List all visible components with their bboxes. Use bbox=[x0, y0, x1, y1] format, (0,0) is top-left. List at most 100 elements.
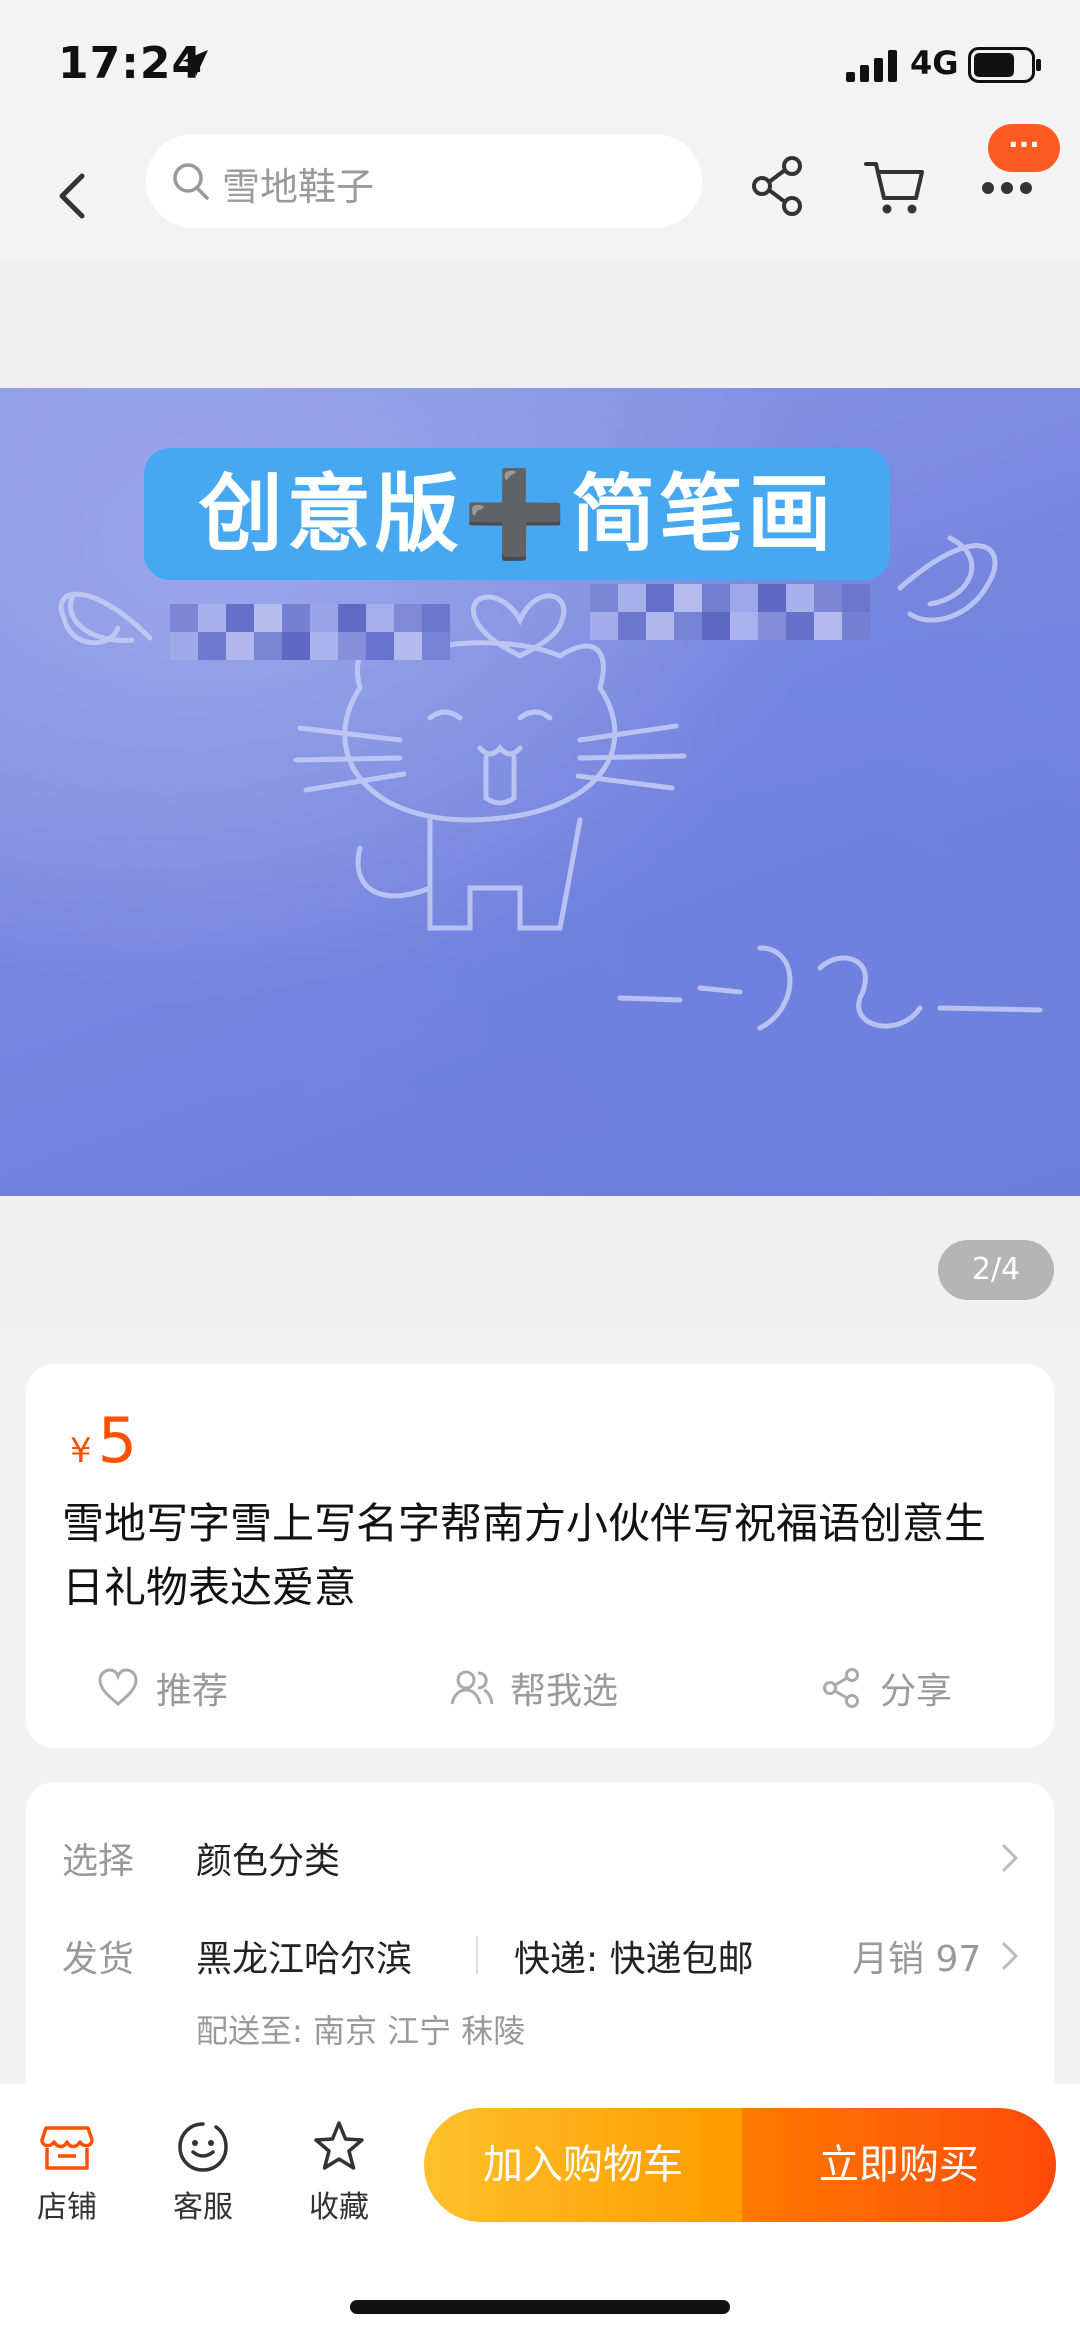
blur-block bbox=[590, 612, 618, 640]
blur-block bbox=[646, 612, 674, 640]
blur-block bbox=[758, 584, 786, 612]
blur-block bbox=[786, 612, 814, 640]
blur-block bbox=[842, 612, 870, 640]
blur-block bbox=[282, 632, 310, 660]
service-icon bbox=[178, 2122, 228, 2172]
blur-block bbox=[338, 632, 366, 660]
shipping-row[interactable]: 发货 黑龙江哈尔滨 快递: 快递包邮 月销 97 bbox=[26, 1930, 1054, 1990]
help-choose-label: 帮我选 bbox=[510, 1671, 619, 1712]
blur-block bbox=[310, 632, 338, 660]
deliver-to-row: 配送至: 南京 江宁 秣陵 bbox=[26, 2006, 1054, 2056]
nav-bar: 雪地鞋子 ··· bbox=[0, 124, 1080, 260]
heart-icon bbox=[98, 1668, 138, 1706]
blur-block bbox=[730, 612, 758, 640]
divider bbox=[476, 1936, 478, 1974]
blur-block bbox=[590, 584, 618, 612]
image-counter: 2/4 bbox=[938, 1240, 1054, 1300]
blur-block bbox=[674, 612, 702, 640]
cart-icon[interactable] bbox=[862, 154, 926, 218]
blur-block bbox=[366, 632, 394, 660]
blur-block bbox=[730, 584, 758, 612]
currency-symbol: ¥ bbox=[70, 1431, 92, 1471]
star-icon bbox=[314, 2121, 364, 2170]
blur-block bbox=[758, 612, 786, 640]
search-placeholder: 雪地鞋子 bbox=[222, 165, 375, 209]
battery-icon bbox=[968, 47, 1041, 83]
service-tab[interactable]: 客服 bbox=[158, 2118, 248, 2226]
chevron-right-icon bbox=[1002, 1942, 1019, 1970]
blur-block bbox=[394, 604, 422, 632]
blur-block bbox=[282, 604, 310, 632]
blur-block bbox=[338, 604, 366, 632]
details-card: 选择 颜色分类 发货 黑龙江哈尔滨 快递: 快递包邮 月销 97 配送至: 南京… bbox=[26, 1782, 1054, 2102]
banner-label: 创意版➕简笔画 bbox=[144, 448, 890, 580]
blur-block bbox=[170, 632, 198, 660]
blur-block bbox=[814, 584, 842, 612]
home-indicator[interactable] bbox=[350, 2300, 730, 2314]
blur-block bbox=[394, 632, 422, 660]
monthly-sales: 月销 97 bbox=[852, 1939, 982, 1980]
chevron-right-icon bbox=[1002, 1844, 1019, 1872]
people-icon bbox=[450, 1670, 494, 1705]
help-choose-button[interactable]: 帮我选 bbox=[450, 1656, 618, 1720]
blur-block bbox=[198, 632, 226, 660]
bottom-bar: 店铺 客服 收藏 加入购物车 立即购买 bbox=[0, 2084, 1080, 2339]
search-input[interactable]: 雪地鞋子 bbox=[146, 134, 702, 228]
blur-block bbox=[842, 584, 870, 612]
back-arrow-icon[interactable] bbox=[48, 156, 98, 236]
blur-block bbox=[422, 604, 450, 632]
blur-block bbox=[702, 612, 730, 640]
blur-block bbox=[618, 584, 646, 612]
search-icon bbox=[173, 163, 209, 200]
deliver-to: 配送至: 南京 江宁 秣陵 bbox=[196, 2012, 526, 2050]
action-row: 推荐 帮我选 分享 bbox=[26, 1656, 1054, 1720]
share-button[interactable]: 分享 bbox=[820, 1656, 952, 1720]
store-label: 店铺 bbox=[37, 2190, 97, 2225]
price: ¥5 bbox=[70, 1404, 137, 1477]
blur-block bbox=[254, 604, 282, 632]
blur-block bbox=[646, 584, 674, 612]
status-bar: 17:24 4G bbox=[0, 0, 1080, 130]
service-label: 客服 bbox=[173, 2190, 233, 2225]
share-label: 分享 bbox=[880, 1671, 953, 1712]
image-gallery[interactable]: 创意版➕简笔画 2/4 bbox=[0, 260, 1080, 1330]
store-tab[interactable]: 店铺 bbox=[22, 2118, 112, 2226]
favorite-label: 收藏 bbox=[309, 2190, 369, 2225]
price-value: 5 bbox=[97, 1404, 138, 1477]
ship-from: 黑龙江哈尔滨 bbox=[196, 1939, 413, 1980]
favorite-tab[interactable]: 收藏 bbox=[294, 2118, 384, 2226]
signal-icon bbox=[846, 50, 897, 82]
buy-now-button[interactable]: 立即购买 bbox=[742, 2108, 1056, 2222]
blur-block bbox=[254, 632, 282, 660]
blur-block bbox=[198, 604, 226, 632]
product-info-card: ¥5 雪地写字雪上写名字帮南方小伙伴写祝福语创意生日礼物表达爱意 推荐 帮我选 bbox=[26, 1364, 1054, 1748]
blur-block bbox=[674, 584, 702, 612]
blur-block bbox=[310, 604, 338, 632]
select-value: 颜色分类 bbox=[196, 1841, 341, 1882]
blur-block bbox=[366, 604, 394, 632]
recommend-label: 推荐 bbox=[156, 1671, 229, 1712]
blur-block bbox=[170, 604, 198, 632]
blur-block bbox=[702, 584, 730, 612]
blur-block bbox=[422, 632, 450, 660]
select-key: 选择 bbox=[62, 1841, 135, 1882]
recommend-button[interactable]: 推荐 bbox=[96, 1656, 228, 1720]
ship-key: 发货 bbox=[62, 1939, 135, 1980]
blur-block bbox=[618, 612, 646, 640]
product-photo[interactable]: 创意版➕简笔画 bbox=[0, 388, 1080, 1196]
product-title: 雪地写字雪上写名字帮南方小伙伴写祝福语创意生日礼物表达爱意 bbox=[62, 1499, 987, 1612]
share-icon[interactable] bbox=[748, 154, 808, 218]
network-type: 4G bbox=[910, 44, 959, 82]
blur-block bbox=[226, 604, 254, 632]
blur-block bbox=[814, 612, 842, 640]
delivery-method: 快递: 快递包邮 bbox=[514, 1939, 754, 1980]
select-row[interactable]: 选择 颜色分类 bbox=[26, 1832, 1054, 1892]
store-icon bbox=[40, 2126, 94, 2170]
message-badge[interactable]: ··· bbox=[988, 124, 1060, 172]
blur-block bbox=[226, 632, 254, 660]
share-icon bbox=[823, 1668, 859, 1708]
location-arrow-icon bbox=[182, 50, 208, 76]
add-to-cart-button[interactable]: 加入购物车 bbox=[424, 2108, 742, 2222]
blur-block bbox=[786, 584, 814, 612]
more-dots-icon[interactable] bbox=[980, 178, 1034, 198]
